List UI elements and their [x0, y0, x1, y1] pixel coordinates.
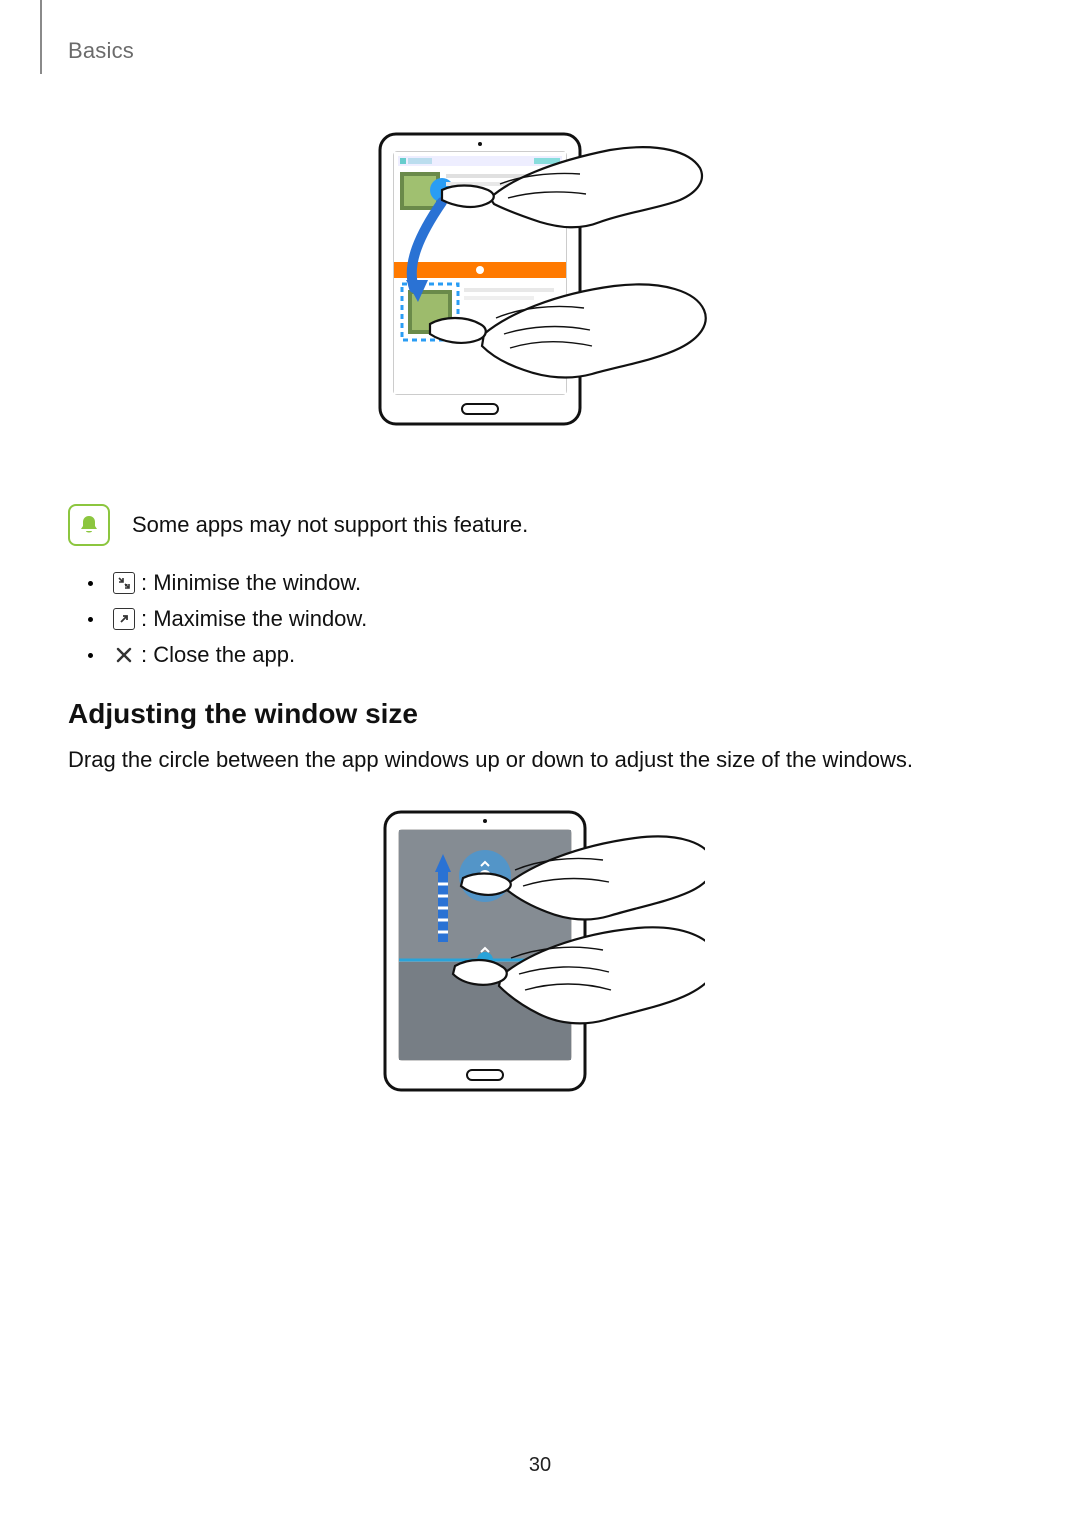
illustration-drag-between-windows: [68, 124, 1012, 464]
list-item-close: : Close the app.: [88, 642, 1012, 668]
close-icon: [113, 644, 135, 666]
minimise-icon: [113, 572, 135, 594]
list-item-maximise: : Maximise the window.: [88, 606, 1012, 632]
bullet-text: : Close the app.: [141, 642, 295, 668]
page-number: 30: [0, 1454, 1080, 1477]
bullet-icon: [88, 581, 93, 586]
bullet-icon: [88, 617, 93, 622]
maximise-icon: [113, 608, 135, 630]
section-heading: Adjusting the window size: [68, 698, 1012, 730]
note-text: Some apps may not support this feature.: [132, 512, 528, 538]
illustration-adjust-window-size: [68, 806, 1012, 1106]
header-rule: [40, 0, 42, 74]
bullet-text: : Maximise the window.: [141, 606, 367, 632]
note-row: Some apps may not support this feature.: [68, 504, 1012, 546]
icon-bullet-list: : Minimise the window. : Maximise the wi…: [88, 570, 1012, 668]
section-name: Basics: [68, 38, 1012, 64]
note-icon: [68, 504, 110, 546]
header: Basics: [40, 38, 1012, 64]
section-body: Drag the circle between the app windows …: [68, 744, 1012, 776]
bullet-text: : Minimise the window.: [141, 570, 361, 596]
bullet-icon: [88, 653, 93, 658]
list-item-minimise: : Minimise the window.: [88, 570, 1012, 596]
